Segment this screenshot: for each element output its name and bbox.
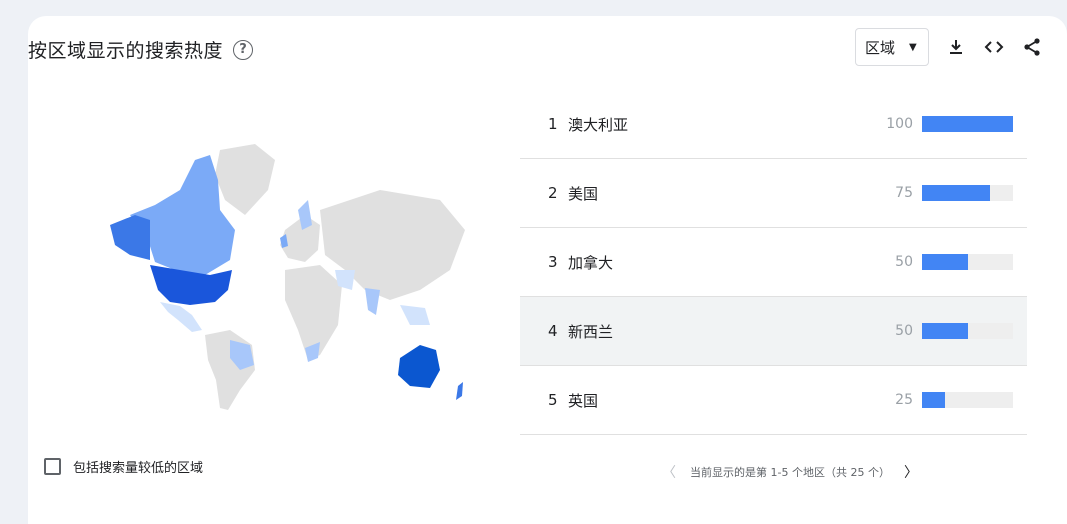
interest-bar-fill xyxy=(922,323,968,339)
region-name: 新西兰 xyxy=(568,322,614,341)
interest-bar-track xyxy=(922,185,1013,201)
region-name: 加拿大 xyxy=(568,253,614,272)
map-region-mexico xyxy=(160,302,202,332)
interest-bar-fill xyxy=(922,116,1013,132)
dropdown-arrow-icon: ▼ xyxy=(909,41,917,53)
map-region-alaska xyxy=(110,215,150,260)
rank-number: 2 xyxy=(548,184,558,202)
interest-bar-fill xyxy=(922,392,945,408)
pagination: 〈 当前显示的是第 1-5 个地区（共 25 个） 〉 xyxy=(662,462,918,482)
rank-number: 4 xyxy=(548,322,558,340)
interest-value: 50 xyxy=(895,323,913,339)
list-item[interactable]: 3 加拿大 50 xyxy=(520,228,1027,297)
share-icon[interactable] xyxy=(1021,36,1043,58)
list-item[interactable]: 2 美国 75 xyxy=(520,159,1027,228)
rank-number: 5 xyxy=(548,391,558,409)
list-item[interactable]: 5 英国 25 xyxy=(520,366,1027,435)
rank-number: 3 xyxy=(548,253,558,271)
include-low-volume-checkbox[interactable] xyxy=(44,458,61,475)
interest-bar-track xyxy=(922,323,1013,339)
region-name: 美国 xyxy=(568,184,599,203)
map-region-australia xyxy=(398,345,440,388)
world-map[interactable] xyxy=(80,130,480,420)
region-name: 英国 xyxy=(568,391,599,410)
interest-bar-track xyxy=(922,254,1013,270)
region-name: 澳大利亚 xyxy=(568,115,629,134)
interest-bar-track xyxy=(922,116,1013,132)
interest-value: 50 xyxy=(895,254,913,270)
interest-bar-fill xyxy=(922,254,968,270)
region-select-value: 区域 xyxy=(865,38,896,57)
list-item[interactable]: 1 澳大利亚 100 xyxy=(520,90,1027,159)
list-item[interactable]: 4 新西兰 50 xyxy=(520,297,1027,366)
include-low-volume-option[interactable]: 包括搜索量较低的区域 xyxy=(44,457,203,476)
include-low-volume-label: 包括搜索量较低的区域 xyxy=(73,461,204,476)
map-region-southeast-asia xyxy=(400,305,430,325)
next-page-icon[interactable]: 〉 xyxy=(904,462,918,482)
prev-page-icon[interactable]: 〈 xyxy=(662,462,676,482)
page-title: 按区域显示的搜索热度 xyxy=(28,40,224,62)
map-region-new-zealand xyxy=(456,382,463,400)
interest-bar-fill xyxy=(922,185,991,201)
map-region-india xyxy=(365,288,380,315)
map-region-greenland xyxy=(215,144,275,215)
embed-code-icon[interactable] xyxy=(983,36,1005,58)
pagination-text: 当前显示的是第 1-5 个地区（共 25 个） xyxy=(690,466,890,479)
download-icon[interactable] xyxy=(945,36,967,58)
interest-value: 100 xyxy=(886,116,913,132)
interest-bar-track xyxy=(922,392,1013,408)
toolbar: 区域 ▼ xyxy=(855,28,1043,66)
rank-number: 1 xyxy=(548,115,558,133)
interest-value: 75 xyxy=(895,185,913,201)
header: 按区域显示的搜索热度 ? xyxy=(28,36,254,63)
help-icon[interactable]: ? xyxy=(233,39,254,60)
region-ranking-list: 1 澳大利亚 100 2 美国 75 3 加拿大 50 4 新西兰 50 5 英… xyxy=(520,90,1027,435)
region-select[interactable]: 区域 ▼ xyxy=(855,28,929,66)
interest-value: 25 xyxy=(895,392,913,408)
